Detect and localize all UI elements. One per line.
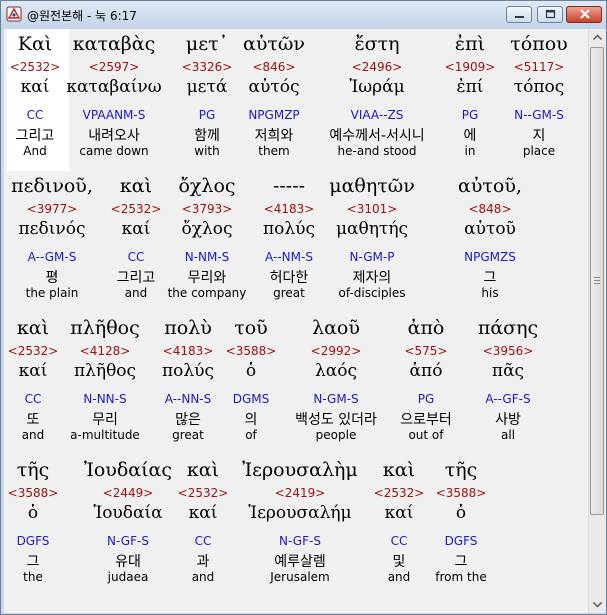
- word-korean-gloss: 지: [532, 128, 546, 144]
- word-strongs-number: <3101>: [346, 202, 398, 216]
- word-parsing-code: NPGMZS: [464, 250, 516, 264]
- word-korean-gloss: 저희와: [254, 128, 294, 144]
- word-korean-gloss: 그: [454, 554, 468, 570]
- interlinear-verse-panel[interactable]: Καὶ <2532> καί CC 그리고 And καταβὰς <2597> καταβαί…: [4, 29, 588, 613]
- word-korean-gloss: 사방: [495, 412, 521, 428]
- scrollbar-grip-line: [594, 277, 600, 278]
- word-english-gloss: them: [258, 144, 290, 158]
- word-parsing-code: N--GM-S: [514, 108, 564, 122]
- minimize-button[interactable]: [506, 6, 532, 23]
- close-icon: [580, 9, 590, 19]
- title-bar[interactable]: @원전본해 - 눅 6:17: [1, 1, 606, 29]
- word-greek: πάσης: [477, 317, 539, 339]
- word-greek: αὐτοῦ,: [458, 175, 522, 197]
- word-parsing-code: A--GF-S: [485, 392, 531, 406]
- maximize-icon: [545, 9, 556, 19]
- interlinear-word[interactable]: τόπου <5117> τόπος N--GM-S 지 place: [479, 33, 588, 163]
- word-greek: τόπου: [510, 33, 568, 55]
- scrollbar-grip-line: [594, 283, 600, 284]
- scrollbar-grip-line: [594, 280, 600, 281]
- word-lexeme: πᾶς: [491, 361, 525, 381]
- word-english-gloss: from the: [435, 570, 487, 584]
- vertical-scrollbar[interactable]: [588, 29, 606, 613]
- word-korean-gloss: 제자의: [352, 270, 392, 286]
- scrollbar-thumb[interactable]: [590, 47, 604, 515]
- word-parsing-code: NPGMZP: [248, 108, 300, 122]
- scroll-up-arrow-icon[interactable]: [589, 29, 606, 46]
- word-parsing-code: N-GM-P: [349, 250, 395, 264]
- word-greek: τῆς: [444, 459, 478, 481]
- interlinear-word[interactable]: αὐτῶν <846> αὐτός NPGMZP 저희와 them: [214, 33, 334, 163]
- word-english-gloss: of-disciples: [338, 286, 406, 300]
- word-korean-gloss: 그: [483, 270, 497, 286]
- word-strongs-number: <848>: [468, 202, 512, 216]
- word-strongs-number: <3588>: [435, 486, 487, 500]
- word-lexeme: αὐτός: [248, 77, 300, 97]
- word-lexeme: μαθητής: [335, 219, 409, 239]
- word-strongs-number: <3956>: [482, 344, 534, 358]
- scroll-down-arrow-icon[interactable]: [589, 596, 606, 613]
- interlinear-word[interactable]: μαθητῶν <3101> μαθητής N-GM-P 제자의 of-disciple…: [312, 175, 432, 305]
- minimize-icon: [515, 16, 524, 18]
- word-greek: αὐτῶν: [243, 33, 305, 55]
- close-button[interactable]: [566, 6, 602, 23]
- word-strongs-number: <846>: [252, 60, 296, 74]
- interlinear-word[interactable]: αὐτοῦ, <848> αὑτοῦ NPGMZS 그 his: [430, 175, 550, 305]
- word-english-gloss: all: [500, 428, 516, 442]
- word-parsing-code: DGFS: [444, 534, 478, 548]
- bible-app-icon: [6, 6, 22, 22]
- word-english-gloss: his: [481, 286, 499, 300]
- app-window: @원전본해 - 눅 6:17 Καὶ <2532> καί CC 그리고 And καταβ…: [0, 0, 607, 615]
- window-title: @원전본해 - 눅 6:17: [27, 9, 137, 23]
- word-strongs-number: <5117>: [513, 60, 565, 74]
- word-english-gloss: place: [522, 144, 556, 158]
- maximize-button[interactable]: [537, 6, 563, 23]
- interlinear-word[interactable]: τῆς <3588> ὁ DGFS 그 from the: [401, 459, 521, 589]
- word-greek: μαθητῶν: [329, 175, 415, 197]
- interlinear-word[interactable]: πάσης <3956> πᾶς A--GF-S 사방 all: [448, 317, 568, 447]
- word-lexeme: αὑτοῦ: [464, 219, 516, 239]
- word-lexeme: ὁ: [455, 503, 467, 523]
- word-lexeme: τόπος: [513, 77, 565, 97]
